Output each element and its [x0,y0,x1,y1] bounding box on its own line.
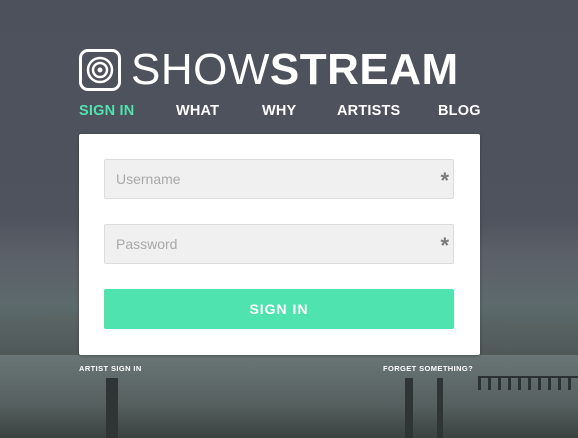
required-asterisk-icon: * [440,168,449,193]
brand-name-light: SHOW [131,45,270,94]
brand-name-bold: STREAM [269,45,459,94]
background-pier-post [405,378,413,438]
nav-item-blog[interactable]: BLOG [438,103,481,119]
speaker-icon [79,49,121,91]
password-field-wrapper: * [104,224,454,264]
nav-item-why[interactable]: WHY [262,103,296,119]
username-input[interactable] [105,160,453,198]
sign-in-button[interactable]: SIGN IN [104,289,454,329]
brand-name: SHOWSTREAM [131,48,459,92]
nav-item-sign-in[interactable]: SIGN IN [79,103,134,119]
background-railing [478,376,578,390]
main-nav: SIGN IN WHAT WHY ARTISTS BLOG [79,103,481,121]
required-asterisk-icon: * [440,233,449,258]
background-pier-post [106,378,118,438]
brand-logo[interactable]: SHOWSTREAM [79,48,459,92]
forgot-something-link[interactable]: FORGET SOMETHING? [383,364,473,373]
nav-item-artists[interactable]: ARTISTS [337,103,400,119]
sign-in-card: * * SIGN IN [79,134,480,355]
username-field-wrapper: * [104,159,454,199]
background-pier-post [437,378,443,438]
artist-sign-in-link[interactable]: ARTIST SIGN IN [79,364,142,373]
nav-item-what[interactable]: WHAT [176,103,219,119]
password-input[interactable] [105,225,453,263]
